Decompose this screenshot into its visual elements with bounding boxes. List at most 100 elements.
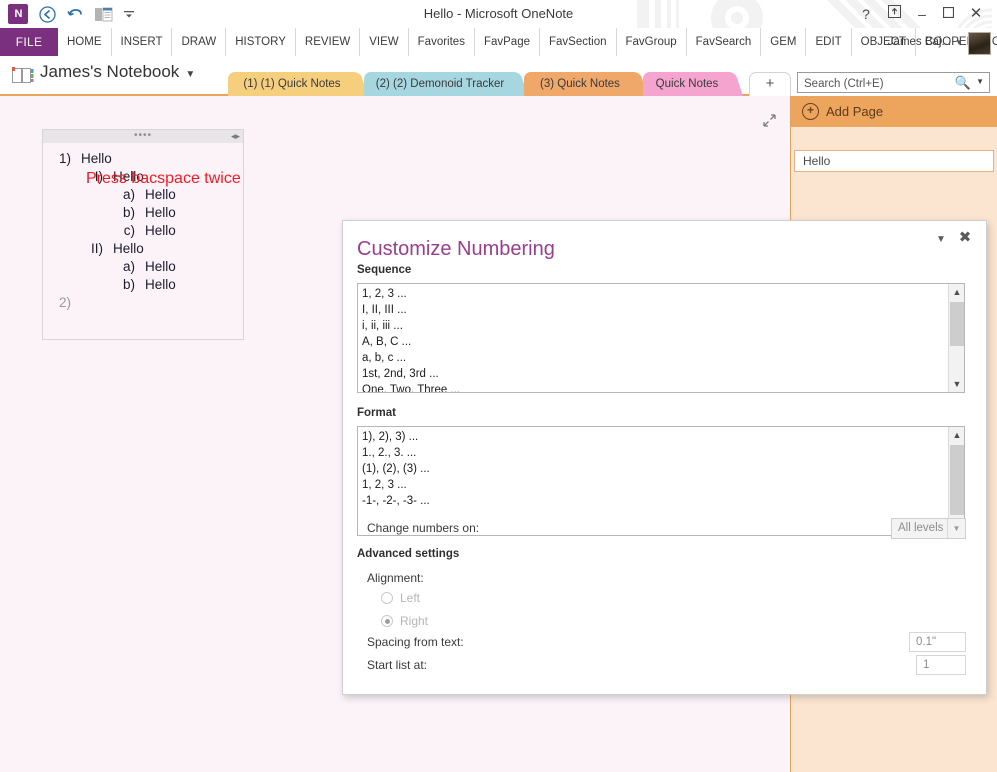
list-item[interactable]: 1st, 2nd, 3rd ... (362, 366, 947, 382)
list-item[interactable]: i, ii, iii ... (362, 318, 947, 334)
tab-review[interactable]: REVIEW (296, 28, 361, 56)
note-resize-arrows-icon[interactable]: ◂▸ (231, 130, 240, 143)
section-tab-3[interactable]: Quick Notes (643, 72, 743, 96)
list-item[interactable]: 1), 2), 3) ... (362, 429, 947, 445)
search-box[interactable]: 🔍 ▼ (797, 72, 990, 94)
expand-page-icon[interactable] (760, 113, 778, 131)
list-item[interactable]: I, II, III ... (362, 302, 947, 318)
notebook-title-label: James's Notebook (40, 62, 180, 81)
account-name[interactable]: James Baj... ▼ (888, 28, 963, 56)
dialog-close-icon[interactable]: ✖ (956, 229, 974, 247)
tab-draw[interactable]: DRAW (172, 28, 227, 56)
format-listbox[interactable]: 1), 2), 3) ... 1., 2., 3. ... (1), (2), (3… (357, 426, 965, 536)
note-list-text: Hello (145, 259, 176, 274)
alignment-radio-right[interactable]: Right (381, 614, 428, 628)
note-list-number: 1) (58, 151, 71, 166)
scroll-thumb[interactable] (950, 445, 964, 515)
list-item[interactable]: (1), (2), (3) ... (362, 461, 947, 477)
note-container[interactable]: •••• ◂▸ 1) Hello I) Hello a) Hello b) Hello c) He… (42, 129, 244, 340)
note-list-number: a) (122, 187, 135, 202)
note-list-number: b) (122, 205, 135, 220)
format-listbox-items: 1), 2), 3) ... 1., 2., 3. ... (1), (2), (3… (358, 427, 947, 535)
note-list-item[interactable]: c) Hello (115, 223, 176, 238)
maximize-button[interactable] (935, 0, 961, 28)
note-list-item[interactable]: 1) Hello (51, 151, 112, 166)
ribbon-tabs: HOME INSERT DRAW HISTORY REVIEW VIEW Favorites… (58, 28, 997, 56)
tab-edit[interactable]: EDIT (806, 28, 852, 56)
window-title: Hello - Microsoft OneNote (423, 6, 574, 21)
section-tab-label: (3) Quick Notes (540, 78, 620, 90)
notebook-icon (12, 67, 34, 83)
tab-favgroup[interactable]: FavGroup (617, 28, 687, 56)
avatar[interactable] (968, 32, 991, 55)
note-drag-handle[interactable]: •••• ◂▸ (43, 130, 243, 143)
list-item[interactable]: 1., 2., 3. ... (362, 445, 947, 461)
start-list-at-field[interactable]: 1 (916, 655, 966, 675)
close-button[interactable]: ✕ (963, 0, 989, 28)
tab-favsearch[interactable]: FavSearch (687, 28, 762, 56)
page-list-item[interactable]: Hello (794, 150, 994, 172)
tab-history[interactable]: HISTORY (226, 28, 296, 56)
tab-home[interactable]: HOME (58, 28, 112, 56)
alignment-label: Alignment: (367, 571, 424, 585)
radio-label: Left (400, 591, 421, 605)
note-list-item[interactable]: 2) (51, 295, 81, 310)
chevron-down-icon[interactable]: ▼ (976, 77, 984, 86)
ribbon-display-options-button[interactable] (881, 0, 907, 28)
note-list-item[interactable]: II) Hello (83, 241, 144, 256)
ribbon-options-glyph (887, 5, 901, 18)
note-list-number: II) (91, 241, 103, 256)
tab-view[interactable]: VIEW (360, 28, 409, 56)
notebook-title[interactable]: James's Notebook ▼ (40, 62, 195, 82)
list-item[interactable]: 1, 2, 3 ... (362, 477, 947, 493)
note-annotation: Press bacspace twice (86, 170, 241, 187)
change-numbers-label: Change numbers on: (367, 521, 480, 535)
scroll-down-icon[interactable]: ▼ (949, 376, 964, 392)
note-list-item[interactable]: a) Hello (115, 187, 176, 202)
search-input[interactable] (802, 73, 951, 94)
tab-favpage[interactable]: FavPage (475, 28, 540, 56)
note-list-item[interactable]: b) Hello (115, 205, 176, 220)
section-tab-1[interactable]: (2) (2) Demonoid Tracker (364, 72, 528, 96)
dialog-collapse-icon[interactable]: ▼ (932, 231, 950, 249)
section-tab-2[interactable]: (3) Quick Notes (524, 72, 649, 97)
tab-favorites[interactable]: Favorites (409, 28, 475, 56)
maximize-glyph (942, 6, 954, 19)
list-item[interactable]: A, B, C ... (362, 334, 947, 350)
scroll-up-icon[interactable]: ▲ (949, 284, 964, 300)
minimize-button[interactable]: – (909, 0, 935, 28)
note-list-number: b) (122, 277, 135, 292)
list-item[interactable]: -1-, -2-, -3- ... (362, 493, 947, 509)
scroll-thumb[interactable] (950, 302, 964, 346)
tab-gem[interactable]: GEM (761, 28, 807, 56)
add-page-button[interactable]: + Add Page (791, 96, 997, 127)
sequence-listbox[interactable]: 1, 2, 3 ... I, II, III ... i, ii, iii ... A… (357, 283, 965, 393)
sequence-listbox-scrollbar[interactable]: ▲ ▼ (948, 284, 964, 392)
plus-circle-icon: + (802, 103, 819, 120)
list-item[interactable]: One, Two, Three ... (362, 382, 947, 392)
note-list-item[interactable]: a) Hello (115, 259, 176, 274)
change-numbers-dropdown[interactable]: All levels ▼ (891, 518, 966, 539)
list-item[interactable]: a, b, c ... (362, 350, 947, 366)
sequence-label: Sequence (357, 264, 412, 276)
chevron-down-icon[interactable]: ▼ (947, 519, 965, 538)
search-icon[interactable]: 🔍 (955, 75, 971, 91)
note-list-text: Hello (145, 205, 176, 220)
help-button[interactable]: ? (853, 0, 879, 28)
tab-file[interactable]: FILE (0, 28, 58, 56)
ribbon-tab-bar: FILE HOME INSERT DRAW HISTORY REVIEW VIEW Favo… (0, 28, 997, 56)
alignment-radio-left[interactable]: Left (381, 591, 420, 605)
add-section-button[interactable]: + (749, 72, 791, 97)
scroll-up-icon[interactable]: ▲ (949, 427, 964, 443)
tab-favsection[interactable]: FavSection (540, 28, 617, 56)
chevron-down-icon: ▼ (955, 38, 963, 47)
title-bar: N Hello - Microsoft OneNote ? – ✕ (0, 0, 997, 28)
radio-icon[interactable] (381, 592, 393, 604)
tab-insert[interactable]: INSERT (112, 28, 173, 56)
note-list-text: Hello (81, 151, 112, 166)
spacing-from-text-field[interactable]: 0.1" (909, 632, 966, 652)
list-item[interactable]: 1, 2, 3 ... (362, 286, 947, 302)
section-tab-0[interactable]: (1) (1) Quick Notes (228, 72, 368, 96)
note-list-item[interactable]: b) Hello (115, 277, 176, 292)
radio-icon[interactable] (381, 615, 393, 627)
